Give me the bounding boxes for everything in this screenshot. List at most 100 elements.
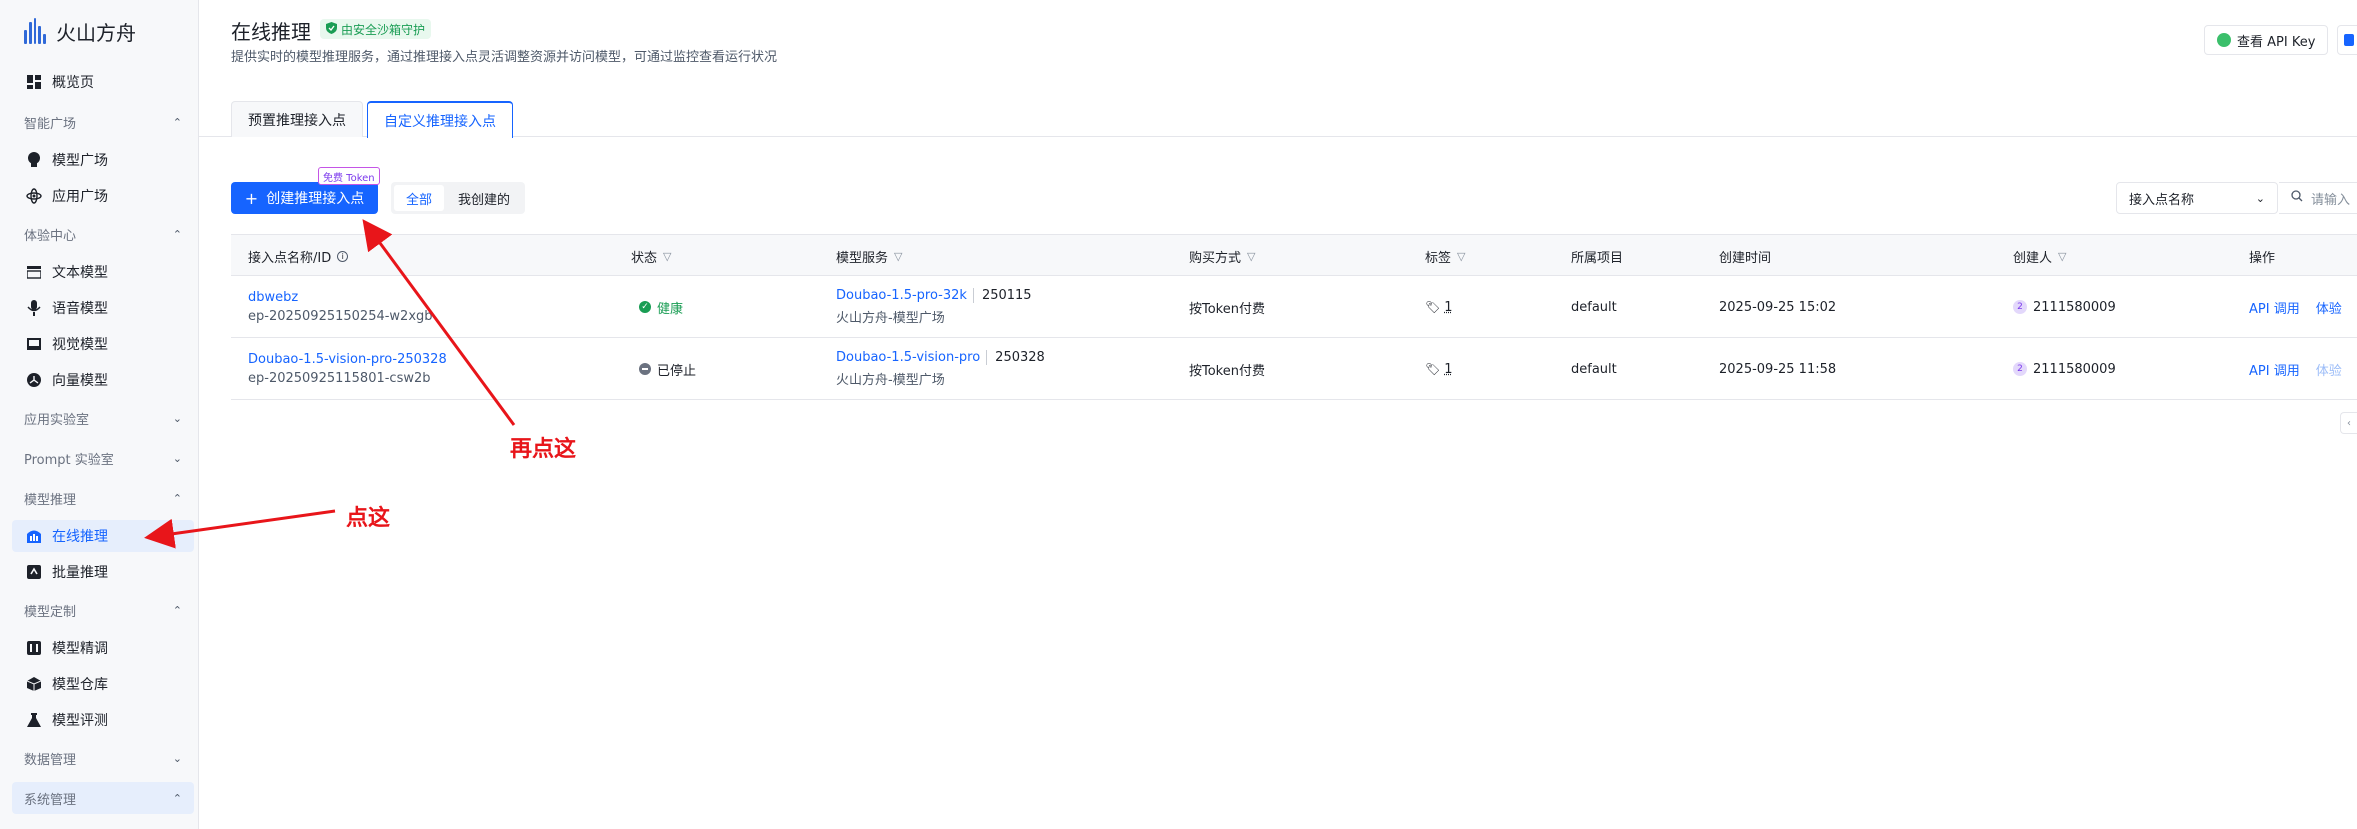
th-status: 状态 ▽ bbox=[631, 235, 671, 277]
tune-icon bbox=[26, 640, 42, 656]
sidebar-group-square[interactable]: 智能广场 ⌃ bbox=[12, 106, 194, 138]
filter-icon[interactable]: ▽ bbox=[894, 250, 902, 263]
page-title: 在线推理 bbox=[231, 20, 311, 44]
sidebar-group-label: 智能广场 bbox=[24, 116, 77, 132]
sidebar-group-system[interactable]: 系统管理 ⌃ bbox=[12, 782, 194, 814]
sidebar-item-batch-inference[interactable]: 批量推理 bbox=[12, 556, 194, 588]
sidebar-group-applab[interactable]: 应用实验室 ⌄ bbox=[12, 402, 194, 434]
sidebar-item-fine-tune[interactable]: 模型精调 bbox=[12, 632, 194, 664]
sidebar-group-custom[interactable]: 模型定制 ⌃ bbox=[12, 594, 194, 626]
endpoint-id: ep-20250925115801-csw2b bbox=[248, 371, 431, 386]
th-purchase: 购买方式 ▽ bbox=[1189, 235, 1255, 277]
model-version: 250328 bbox=[986, 350, 1045, 365]
logo-icon bbox=[24, 18, 46, 44]
cell-status: ✓ 健康 bbox=[639, 276, 683, 338]
sidebar-item-app-square[interactable]: 应用广场 bbox=[12, 180, 194, 212]
filter-icon[interactable]: ▽ bbox=[663, 250, 671, 263]
tag-icon: 🏷 bbox=[1425, 300, 1441, 314]
sidebar-item-label: 模型广场 bbox=[52, 153, 108, 169]
vector-icon bbox=[26, 372, 42, 388]
endpoint-name-link[interactable]: dbwebz bbox=[248, 290, 298, 305]
sidebar-item-label: 语音模型 bbox=[52, 301, 108, 317]
sidebar-item-model-square[interactable]: 模型广场 bbox=[12, 144, 194, 176]
th-creator: 创建人 ▽ bbox=[2013, 235, 2066, 277]
api-call-link[interactable]: API 调用 bbox=[2249, 298, 2300, 317]
filter-mine[interactable]: 我创建的 bbox=[446, 185, 522, 211]
tab-preset-endpoints[interactable]: 预置推理接入点 bbox=[231, 101, 363, 137]
flask-icon bbox=[26, 712, 42, 728]
chevron-down-icon: ⌄ bbox=[172, 451, 182, 465]
sidebar-item-label: 应用广场 bbox=[52, 189, 108, 205]
sidebar-item-voice-model[interactable]: 语音模型 bbox=[12, 292, 194, 324]
api-call-link[interactable]: API 调用 bbox=[2249, 360, 2300, 379]
inference-icon bbox=[26, 528, 42, 544]
annotation-click-here-again: 再点这 bbox=[510, 437, 577, 462]
sidebar-item-vector-model[interactable]: 向量模型 bbox=[12, 364, 194, 396]
filter-icon[interactable]: ▽ bbox=[2058, 250, 2066, 263]
sidebar-item-online-inference[interactable]: 在线推理 bbox=[12, 520, 194, 552]
batch-icon bbox=[26, 564, 42, 580]
cell-service: Doubao-1.5-pro-32k 250115 火山方舟-模型广场 bbox=[836, 276, 1032, 338]
cell-name: Doubao-1.5-vision-pro-250328 ep-20250925… bbox=[248, 338, 447, 400]
cell-actions: API 调用 体验 bbox=[2249, 338, 2342, 400]
tag-count: 1 bbox=[1444, 361, 1453, 377]
search-placeholder: 请输入 bbox=[2311, 192, 2351, 208]
sidebar-group-promptlab[interactable]: Prompt 实验室 ⌄ bbox=[12, 442, 194, 474]
cell-created: 2025-09-25 15:02 bbox=[1719, 299, 1837, 315]
model-link[interactable]: Doubao-1.5-pro-32k bbox=[836, 288, 967, 303]
cell-tags[interactable]: 🏷 1 bbox=[1425, 338, 1453, 400]
sandbox-badge: 由安全沙箱守护 bbox=[320, 19, 432, 39]
cell-project: default bbox=[1571, 361, 1617, 377]
info-icon[interactable]: i bbox=[337, 250, 349, 262]
view-api-key-button[interactable]: 查看 API Key bbox=[2204, 25, 2329, 55]
filter-icon[interactable]: ▽ bbox=[1457, 250, 1465, 263]
creator-id: 2111580009 bbox=[2033, 299, 2116, 315]
sidebar-item-label: 模型评测 bbox=[52, 713, 108, 729]
sidebar-group-label: 应用实验室 bbox=[24, 412, 90, 428]
tabs-divider bbox=[199, 136, 2357, 137]
create-endpoint-button[interactable]: + 创建推理接入点 bbox=[231, 182, 378, 214]
cell-status: 已停止 bbox=[639, 338, 696, 400]
bulb-icon bbox=[26, 152, 42, 168]
endpoint-name-link[interactable]: Doubao-1.5-vision-pro-250328 bbox=[248, 352, 447, 367]
filter-icon[interactable]: ▽ bbox=[1247, 250, 1255, 263]
sidebar-group-label: 系统管理 bbox=[24, 792, 77, 808]
sidebar-group-label: Prompt 实验室 bbox=[24, 452, 114, 468]
sidebar-group-label: 数据管理 bbox=[24, 752, 77, 768]
tag-icon: 🏷 bbox=[1425, 362, 1441, 376]
search-icon bbox=[2291, 190, 2303, 206]
sidebar-item-label: 文本模型 bbox=[52, 265, 108, 281]
search-field-select[interactable]: 接入点名称 ⌄ bbox=[2116, 182, 2278, 214]
cube-icon bbox=[26, 676, 42, 692]
sidebar-item-repository[interactable]: 模型仓库 bbox=[12, 668, 194, 700]
collapse-panel-handle[interactable]: ‹ bbox=[2340, 412, 2357, 434]
brand-name: 火山方舟 bbox=[56, 20, 136, 45]
endpoints-table: 接入点名称/ID i 状态 ▽ 模型服务 ▽ 购买方式 ▽ 标签 ▽ 所属项目 … bbox=[231, 234, 2357, 400]
th-service: 模型服务 ▽ bbox=[836, 235, 902, 277]
sidebar-group-inference[interactable]: 模型推理 ⌃ bbox=[12, 482, 194, 514]
sidebar-item-overview[interactable]: 概览页 bbox=[12, 66, 194, 98]
tag-count: 1 bbox=[1444, 299, 1453, 315]
sidebar-group-label: 模型推理 bbox=[24, 492, 77, 508]
tab-custom-endpoints[interactable]: 自定义推理接入点 bbox=[367, 101, 513, 138]
sidebar-item-vision-model[interactable]: 视觉模型 bbox=[12, 328, 194, 360]
sidebar-item-text-model[interactable]: 文本模型 bbox=[12, 256, 194, 288]
chevron-up-icon: ⌃ bbox=[172, 115, 182, 129]
sidebar-item-evaluation[interactable]: 模型评测 bbox=[12, 704, 194, 736]
try-link-disabled: 体验 bbox=[2315, 363, 2342, 379]
try-link[interactable]: 体验 bbox=[2316, 298, 2342, 317]
model-link[interactable]: Doubao-1.5-vision-pro bbox=[836, 350, 980, 365]
filter-all[interactable]: 全部 bbox=[394, 185, 445, 211]
sidebar-group-label: 体验中心 bbox=[24, 228, 77, 244]
microphone-icon bbox=[26, 300, 42, 316]
brand-logo[interactable]: 火山方舟 bbox=[24, 16, 136, 46]
sidebar-group-data[interactable]: 数据管理 ⌄ bbox=[12, 742, 194, 774]
key-icon bbox=[2217, 33, 2231, 47]
sandbox-badge-label: 由安全沙箱守护 bbox=[341, 22, 426, 37]
sidebar-group-experience[interactable]: 体验中心 ⌃ bbox=[12, 218, 194, 250]
cell-tags[interactable]: 🏷 1 bbox=[1425, 276, 1453, 338]
th-creator-label: 创建人 bbox=[2013, 250, 2053, 266]
search-input[interactable]: 请输入 bbox=[2279, 182, 2357, 214]
more-button[interactable] bbox=[2337, 25, 2357, 55]
doc-icon bbox=[2344, 34, 2354, 46]
